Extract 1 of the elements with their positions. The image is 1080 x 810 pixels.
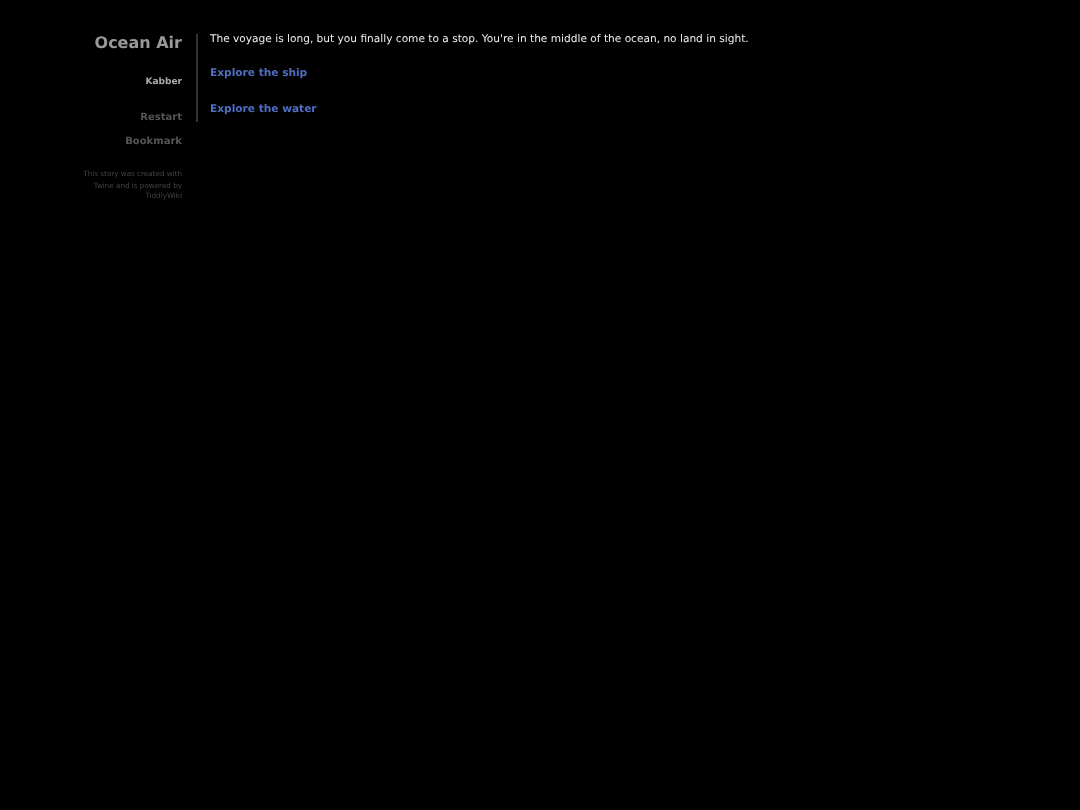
- story-title: Ocean Air: [94, 34, 182, 52]
